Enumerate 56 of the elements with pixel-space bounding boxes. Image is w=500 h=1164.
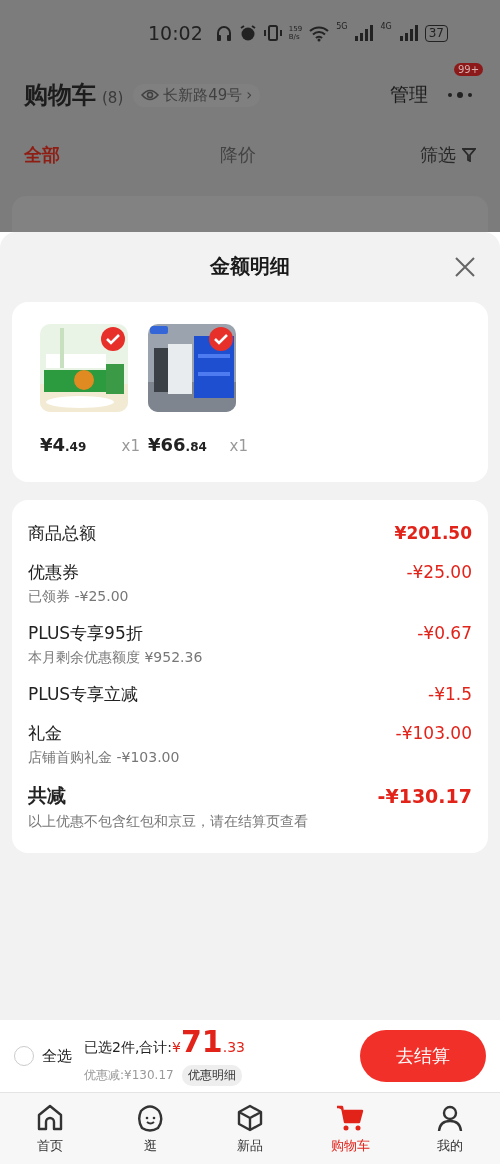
line-note: 店铺首购礼金 -¥103.00 bbox=[28, 748, 181, 767]
signal-icon bbox=[397, 24, 419, 42]
item-quantity: x1 bbox=[229, 436, 248, 455]
line-note: 本月剩余优惠额度 ¥952.36 bbox=[28, 648, 204, 667]
manage-button[interactable]: 管理 bbox=[390, 82, 428, 108]
page-title: 购物车 bbox=[24, 80, 96, 111]
line-amount: -¥0.67 bbox=[417, 623, 472, 644]
sheet-title: 金额明细 bbox=[210, 253, 290, 281]
smiley-face-icon bbox=[135, 1102, 165, 1133]
line-label: PLUS专享立减 bbox=[28, 682, 139, 706]
line-amount: -¥103.00 bbox=[395, 723, 472, 744]
line-note: 以上优惠不包含红包和京豆，请在结算页查看 bbox=[28, 812, 309, 831]
network-type: 5G bbox=[336, 22, 348, 31]
line-amount: ¥201.50 bbox=[394, 523, 472, 544]
nav-tab[interactable]: 购物车 bbox=[300, 1093, 400, 1164]
clock-time: 10:02 bbox=[148, 22, 203, 44]
wifi-icon bbox=[308, 24, 331, 42]
item-price: ¥66.84 bbox=[148, 433, 207, 455]
headphones-icon bbox=[214, 24, 233, 42]
cube-icon bbox=[235, 1102, 265, 1133]
line-amount: -¥25.00 bbox=[406, 562, 472, 583]
line-label: PLUS专享95折 bbox=[28, 621, 143, 645]
checkout-button[interactable]: 去结算 bbox=[360, 1030, 486, 1083]
location-selector[interactable]: 长新路49号 › bbox=[133, 83, 261, 107]
nav-tab[interactable]: 首页 bbox=[0, 1093, 100, 1164]
discount-detail-button[interactable]: 优惠明细 bbox=[181, 1065, 242, 1087]
more-icon[interactable] bbox=[446, 91, 474, 99]
item-price: ¥4.49 bbox=[40, 433, 87, 455]
cart-count: (8) bbox=[102, 89, 124, 107]
filter-button[interactable]: 筛选 bbox=[420, 143, 476, 167]
total-price: ¥71.33 bbox=[172, 1026, 245, 1062]
line-label: 礼金 bbox=[28, 721, 62, 745]
signal-icon bbox=[353, 24, 375, 42]
battery-level: 37 bbox=[424, 24, 448, 42]
select-all-label[interactable]: 全选 bbox=[42, 1046, 72, 1066]
discount-total: 优惠减:¥130.17 bbox=[84, 1067, 174, 1085]
nav-tab[interactable]: 逛 bbox=[100, 1093, 200, 1164]
notification-badge: 99+ bbox=[454, 63, 484, 76]
line-label: 商品总额 bbox=[28, 521, 96, 545]
line-label: 优惠券 bbox=[28, 560, 79, 584]
alarm-icon bbox=[238, 24, 257, 42]
house-icon bbox=[35, 1102, 65, 1133]
nav-tab[interactable]: 新品 bbox=[200, 1093, 300, 1164]
line-amount: -¥130.17 bbox=[377, 784, 472, 807]
eye-icon bbox=[141, 88, 160, 102]
vibrate-icon bbox=[262, 24, 283, 42]
filter-tab[interactable]: 降价 bbox=[220, 143, 256, 167]
network-type: 4G bbox=[380, 22, 392, 31]
item-quantity: x1 bbox=[121, 436, 140, 455]
line-note: 已领券 -¥25.00 bbox=[28, 587, 130, 606]
funnel-icon bbox=[462, 148, 476, 162]
close-icon[interactable] bbox=[454, 255, 476, 278]
nav-tab[interactable]: 我的 bbox=[400, 1093, 500, 1164]
line-amount: -¥1.5 bbox=[428, 684, 472, 705]
selection-summary: 已选2件,合计: bbox=[84, 1039, 173, 1058]
line-label: 共减 bbox=[28, 782, 66, 808]
